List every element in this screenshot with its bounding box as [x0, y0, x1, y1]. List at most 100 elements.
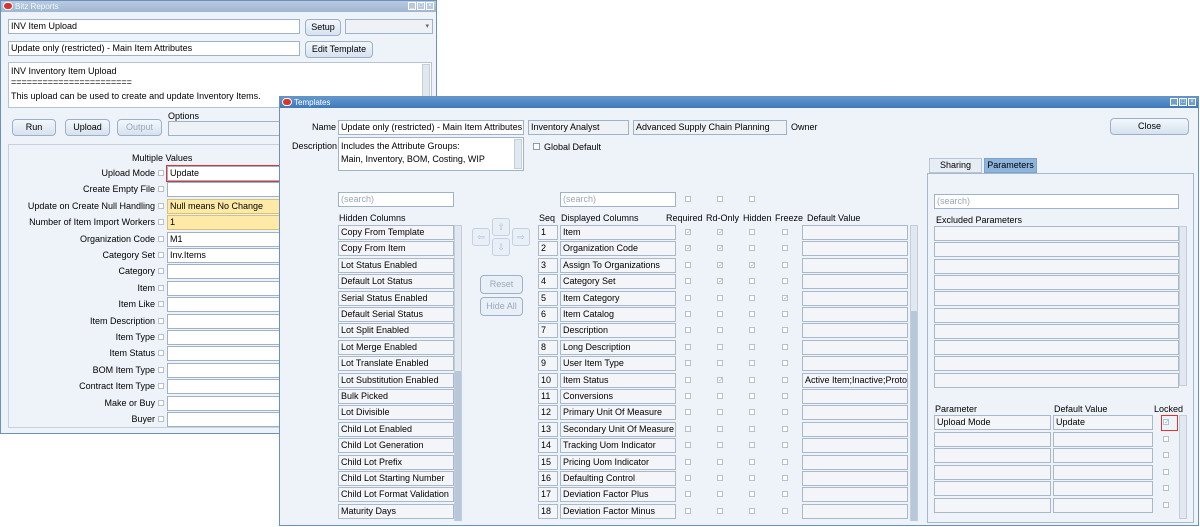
displayed-column-cell[interactable]: Description — [560, 323, 676, 339]
freeze-checkbox[interactable] — [782, 458, 788, 465]
displayed-column-cell[interactable]: Deviation Factor Minus — [560, 503, 676, 519]
hidden-column-item[interactable]: Serial Status Enabled — [338, 290, 454, 306]
rdonly-checkbox[interactable] — [717, 491, 723, 498]
hidden-column-item[interactable]: Bulk Picked — [338, 389, 454, 404]
default-value-cell[interactable] — [802, 454, 908, 470]
required-checkbox[interactable] — [685, 360, 691, 367]
required-checkbox[interactable]: ✓ — [685, 229, 692, 236]
scroll-thumb[interactable] — [911, 311, 917, 521]
close-icon[interactable]: × — [1188, 98, 1196, 106]
freeze-checkbox[interactable] — [782, 360, 788, 367]
hide-all-button[interactable]: Hide All — [480, 297, 523, 316]
hidden-checkbox[interactable] — [749, 393, 755, 399]
hidden-checkbox[interactable] — [749, 343, 755, 350]
hidden-checkbox[interactable] — [749, 278, 755, 285]
default-value-cell[interactable] — [802, 339, 908, 355]
rdonly-checkbox[interactable] — [717, 360, 723, 367]
rdonly-checkbox[interactable]: ✓ — [717, 229, 724, 236]
freeze-checkbox[interactable] — [782, 245, 788, 252]
parameter-default-cell[interactable] — [1053, 464, 1153, 480]
seq-cell[interactable]: 3 — [538, 257, 558, 273]
seq-cell[interactable]: 15 — [538, 454, 558, 470]
hidden-checkbox[interactable] — [749, 229, 755, 235]
seq-cell[interactable]: 6 — [538, 307, 558, 322]
displayed-column-cell[interactable]: Primary Unit Of Measure — [560, 405, 676, 421]
hidden-column-item[interactable]: Child Lot Enabled — [338, 421, 454, 437]
default-value-cell[interactable] — [802, 274, 908, 290]
excluded-parameter-row[interactable] — [934, 340, 1179, 356]
parameter-default-cell[interactable]: Update — [1053, 415, 1153, 430]
seq-cell[interactable]: 1 — [538, 225, 558, 240]
default-value-cell[interactable] — [802, 225, 908, 240]
default-value-cell[interactable] — [802, 307, 908, 322]
required-checkbox[interactable] — [685, 343, 691, 350]
locked-checkbox[interactable] — [1163, 485, 1169, 492]
freeze-checkbox[interactable] — [782, 475, 788, 481]
parameter-name-cell[interactable] — [934, 481, 1051, 497]
seq-cell[interactable]: 7 — [538, 323, 558, 339]
multiple-values-checkbox[interactable] — [158, 219, 164, 226]
hidden-checkbox[interactable] — [749, 245, 755, 252]
freeze-checkbox[interactable] — [782, 425, 788, 432]
rdonly-checkbox[interactable]: ✓ — [717, 376, 724, 384]
freeze-checkbox[interactable] — [782, 229, 788, 235]
rdonly-checkbox[interactable] — [717, 294, 723, 301]
displayed-column-cell[interactable]: User Item Type — [560, 356, 676, 372]
seq-cell[interactable]: 8 — [538, 339, 558, 355]
freeze-checkbox[interactable] — [782, 311, 788, 317]
setup-button[interactable]: Setup — [305, 19, 341, 36]
default-value-cell[interactable] — [802, 356, 908, 372]
excluded-parameter-row[interactable] — [934, 226, 1179, 241]
hidden-columns-scrollbar[interactable] — [454, 225, 462, 521]
default-value-cell[interactable] — [802, 471, 908, 486]
filter-hidden-checkbox[interactable] — [749, 196, 755, 202]
freeze-checkbox[interactable] — [782, 507, 788, 514]
seq-cell[interactable]: 18 — [538, 503, 558, 519]
filter-rdonly-checkbox[interactable] — [717, 196, 723, 202]
rdonly-checkbox[interactable] — [717, 507, 723, 514]
filter-required-checkbox[interactable] — [685, 196, 691, 202]
displayed-column-cell[interactable]: Item — [560, 225, 676, 240]
multiple-values-checkbox[interactable] — [158, 416, 164, 422]
seq-cell[interactable]: 12 — [538, 405, 558, 421]
hidden-checkbox[interactable] — [749, 311, 755, 317]
freeze-checkbox[interactable] — [782, 376, 788, 383]
excluded-parameter-row[interactable] — [934, 323, 1179, 339]
excluded-parameter-row[interactable] — [934, 372, 1179, 388]
tab-parameters[interactable]: Parameters — [984, 158, 1037, 173]
excluded-parameter-row[interactable] — [934, 291, 1179, 307]
excluded-parameter-row[interactable] — [934, 274, 1179, 290]
freeze-checkbox[interactable] — [782, 278, 788, 285]
displayed-column-cell[interactable]: Tracking Uom Indicator — [560, 438, 676, 454]
hidden-column-item[interactable]: Lot Split Enabled — [338, 323, 454, 339]
displayed-columns-scrollbar[interactable] — [910, 225, 918, 521]
displayed-column-cell[interactable]: Item Catalog — [560, 307, 676, 322]
displayed-column-cell[interactable]: Item Category — [560, 290, 676, 306]
multiple-values-checkbox[interactable] — [158, 399, 164, 406]
default-value-cell[interactable] — [802, 241, 908, 257]
default-value-cell[interactable] — [802, 487, 908, 503]
required-checkbox[interactable] — [685, 491, 691, 498]
required-checkbox[interactable] — [685, 376, 691, 383]
close-button[interactable]: Close — [1110, 118, 1189, 135]
parameter-default-cell[interactable] — [1053, 498, 1153, 513]
multiple-values-checkbox[interactable] — [158, 350, 164, 357]
rdonly-checkbox[interactable] — [717, 409, 723, 416]
maximize-icon[interactable]: □ — [417, 2, 425, 10]
displayed-column-cell[interactable]: Category Set — [560, 274, 676, 290]
hidden-checkbox[interactable] — [749, 409, 755, 416]
default-value-cell[interactable]: Active Item;Inactive;Prototype — [802, 372, 908, 388]
minimize-icon[interactable]: _ — [1170, 98, 1178, 106]
excluded-parameter-row[interactable] — [934, 356, 1179, 372]
multiple-values-checkbox[interactable] — [158, 186, 164, 193]
seq-cell[interactable]: 14 — [538, 438, 558, 454]
seq-cell[interactable]: 16 — [538, 471, 558, 486]
multiple-values-checkbox[interactable] — [158, 366, 164, 373]
seq-cell[interactable]: 4 — [538, 274, 558, 290]
seq-cell[interactable]: 9 — [538, 356, 558, 372]
displayed-column-cell[interactable]: Item Status — [560, 372, 676, 388]
hidden-column-item[interactable]: Lot Substitution Enabled — [338, 372, 454, 388]
rdonly-checkbox[interactable] — [717, 343, 723, 350]
hidden-checkbox[interactable] — [749, 360, 755, 367]
maximize-icon[interactable]: □ — [1179, 98, 1187, 106]
